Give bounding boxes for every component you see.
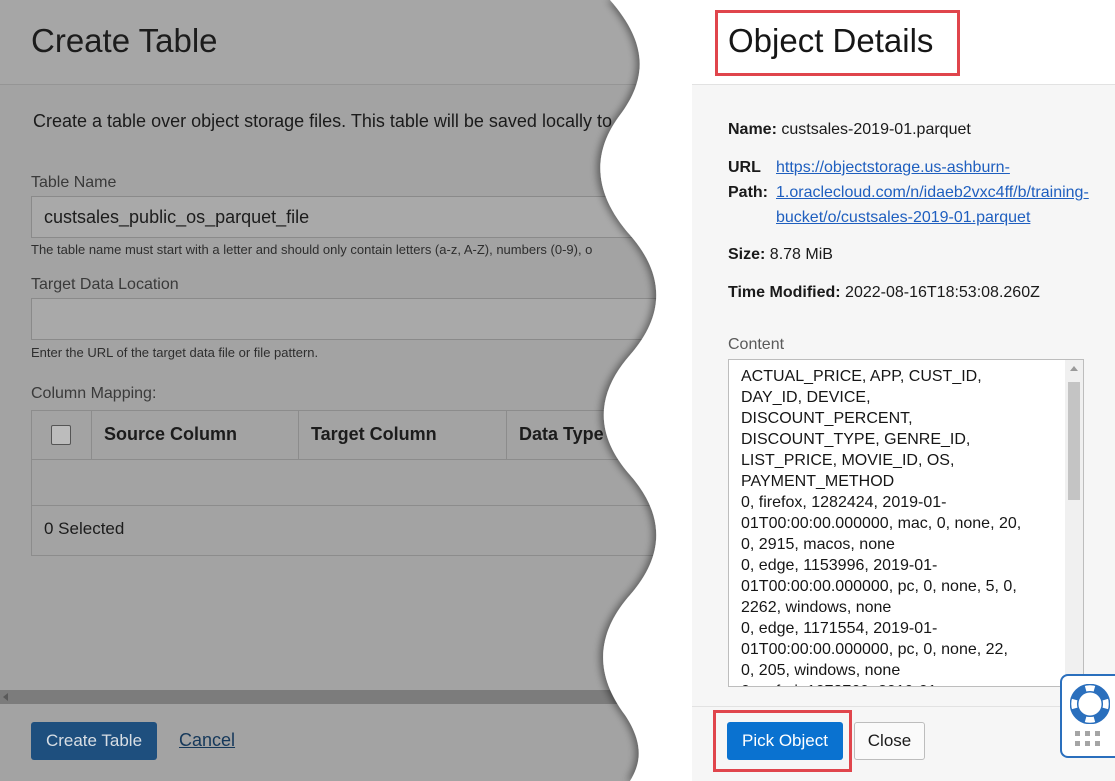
url-line[interactable]: bucket/o/custsales-2019-01.parquet bbox=[776, 205, 1089, 230]
content-label: Content bbox=[728, 336, 785, 353]
size-value: 8.78 MiB bbox=[769, 246, 833, 263]
create-table-button[interactable]: Create Table bbox=[31, 722, 157, 760]
url-line[interactable]: 1.oraclecloud.com/n/idaeb2vxc4ff/b/train… bbox=[776, 180, 1089, 205]
lifebuoy-icon[interactable] bbox=[1070, 684, 1110, 724]
url-line[interactable]: https://objectstorage.us-ashburn- bbox=[776, 155, 1089, 180]
column-mapping-label: Column Mapping: bbox=[31, 385, 157, 402]
target-column-header[interactable]: Target Column bbox=[299, 411, 507, 459]
grid-dots-icon[interactable] bbox=[1075, 731, 1103, 751]
time-modified-row: Time Modified: 2022-08-16T18:53:08.260Z bbox=[728, 284, 1040, 302]
target-location-label: Target Data Location bbox=[31, 276, 179, 293]
content-text: ACTUAL_PRICE, APP, CUST_ID, DAY_ID, DEVI… bbox=[741, 368, 1022, 686]
pick-object-highlight-box bbox=[713, 710, 852, 772]
scroll-left-icon[interactable] bbox=[3, 693, 8, 701]
select-all-header bbox=[32, 411, 92, 459]
close-button[interactable]: Close bbox=[854, 722, 925, 760]
object-name-row: Name: custsales-2019-01.parquet bbox=[728, 121, 971, 139]
content-scrollbar[interactable] bbox=[1065, 360, 1083, 686]
select-all-checkbox[interactable] bbox=[51, 425, 71, 445]
target-location-hint: Enter the URL of the target data file or… bbox=[31, 345, 319, 360]
torn-edge-divider bbox=[600, 0, 700, 781]
help-widget[interactable] bbox=[1060, 674, 1115, 758]
scrollbar-thumb[interactable] bbox=[1068, 382, 1080, 500]
table-name-label: Table Name bbox=[31, 174, 117, 191]
url-label: URL Path: bbox=[728, 155, 768, 205]
url-path-link[interactable]: https://objectstorage.us-ashburn- 1.orac… bbox=[776, 155, 1089, 230]
url-label-line-2: Path: bbox=[728, 184, 768, 201]
size-label: Size: bbox=[728, 246, 766, 263]
table-name-hint: The table name must start with a letter … bbox=[31, 242, 593, 257]
object-name-label: Name: bbox=[728, 121, 777, 138]
object-name-value: custsales-2019-01.parquet bbox=[781, 121, 971, 138]
object-details-panel: Object Details Name: custsales-2019-01.p… bbox=[692, 0, 1115, 781]
scroll-up-icon[interactable] bbox=[1070, 366, 1078, 371]
content-textarea[interactable]: ACTUAL_PRICE, APP, CUST_ID, DAY_ID, DEVI… bbox=[728, 359, 1084, 687]
time-modified-label: Time Modified: bbox=[728, 284, 841, 301]
selected-count: 0 Selected bbox=[44, 519, 125, 538]
intro-text: Create a table over object storage files… bbox=[33, 111, 612, 131]
source-column-header[interactable]: Source Column bbox=[92, 411, 299, 459]
size-row: Size: 8.78 MiB bbox=[728, 246, 833, 264]
create-table-title: Create Table bbox=[31, 22, 218, 59]
url-label-line-1: URL bbox=[728, 159, 761, 176]
title-highlight-box bbox=[715, 10, 960, 76]
cancel-link[interactable]: Cancel bbox=[179, 730, 235, 751]
time-modified-value: 2022-08-16T18:53:08.260Z bbox=[845, 284, 1040, 301]
